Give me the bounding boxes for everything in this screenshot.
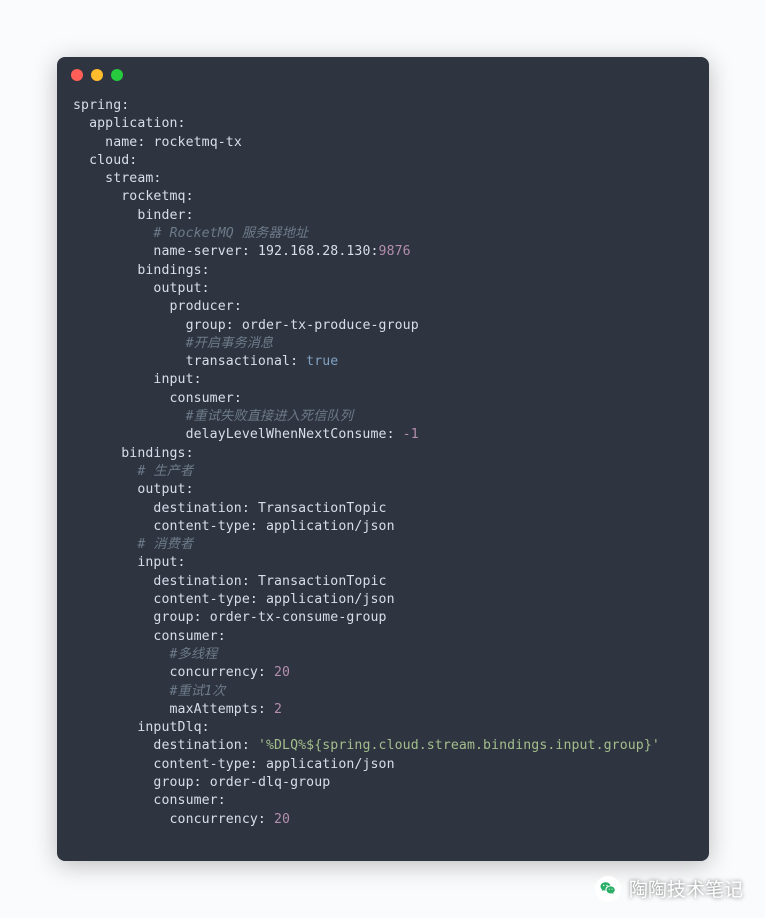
watermark-text: 陶陶技术笔记 (629, 875, 743, 902)
key: input (137, 555, 177, 570)
value: 2 (274, 702, 282, 717)
key: output (153, 281, 201, 296)
value: 20 (274, 665, 290, 680)
key: bindings (121, 446, 185, 461)
key: rocketmq (121, 189, 185, 204)
key: consumer (153, 793, 217, 808)
value: order-tx-consume-group (210, 610, 387, 625)
value: order-tx-produce-group (242, 318, 419, 333)
key: destination (153, 501, 241, 516)
value: 192.168.28.130: (258, 244, 379, 259)
key: consumer (153, 629, 217, 644)
key: maxAttempts (169, 702, 257, 717)
key: stream (105, 171, 153, 186)
yaml-code: spring: application: name: rocketmq-tx c… (57, 93, 709, 849)
comment: #开启事务消息 (186, 336, 274, 351)
value: application/json (266, 519, 395, 534)
close-icon[interactable] (71, 69, 83, 81)
maximize-icon[interactable] (111, 69, 123, 81)
key: cloud (89, 153, 129, 168)
key: name-server (153, 244, 241, 259)
key: application (89, 116, 177, 131)
window-titlebar (57, 57, 709, 93)
value: 9876 (379, 244, 411, 259)
comment: # 消费者 (137, 537, 193, 552)
value: '%DLQ%${spring.cloud.stream.bindings.inp… (258, 738, 660, 753)
value: order-dlq-group (210, 775, 331, 790)
value: application/json (266, 592, 395, 607)
key: input (153, 372, 193, 387)
value: -1 (403, 427, 419, 442)
comment: #重试1次 (169, 684, 225, 699)
key: inputDlq (137, 720, 201, 735)
comment: # RocketMQ 服务器地址 (153, 226, 308, 241)
key: output (137, 482, 185, 497)
key: bindings (137, 263, 201, 278)
comment: # 生产者 (137, 464, 193, 479)
value: TransactionTopic (258, 574, 387, 589)
value: 20 (274, 812, 290, 827)
key: destination (153, 738, 241, 753)
key: group (186, 318, 226, 333)
key: name (105, 135, 137, 150)
key: content-type (153, 757, 249, 772)
key: transactional (186, 354, 291, 369)
watermark: 陶陶技术笔记 (595, 875, 743, 902)
key: group (153, 775, 193, 790)
key: content-type (153, 519, 249, 534)
value: rocketmq-tx (153, 135, 241, 150)
value: application/json (266, 757, 395, 772)
key: delayLevelWhenNextConsume (186, 427, 387, 442)
key: consumer (169, 391, 233, 406)
key: content-type (153, 592, 249, 607)
key: group (153, 610, 193, 625)
key: concurrency (169, 665, 257, 680)
comment: #重试失败直接进入死信队列 (186, 409, 354, 424)
key: binder (137, 208, 185, 223)
minimize-icon[interactable] (91, 69, 103, 81)
key: producer (169, 299, 233, 314)
code-window: spring: application: name: rocketmq-tx c… (57, 57, 709, 861)
value: true (306, 354, 338, 369)
key: destination (153, 574, 241, 589)
comment: #多线程 (169, 647, 217, 662)
key: spring (73, 98, 121, 113)
wechat-icon (595, 876, 621, 902)
value: TransactionTopic (258, 501, 387, 516)
key: concurrency (169, 812, 257, 827)
